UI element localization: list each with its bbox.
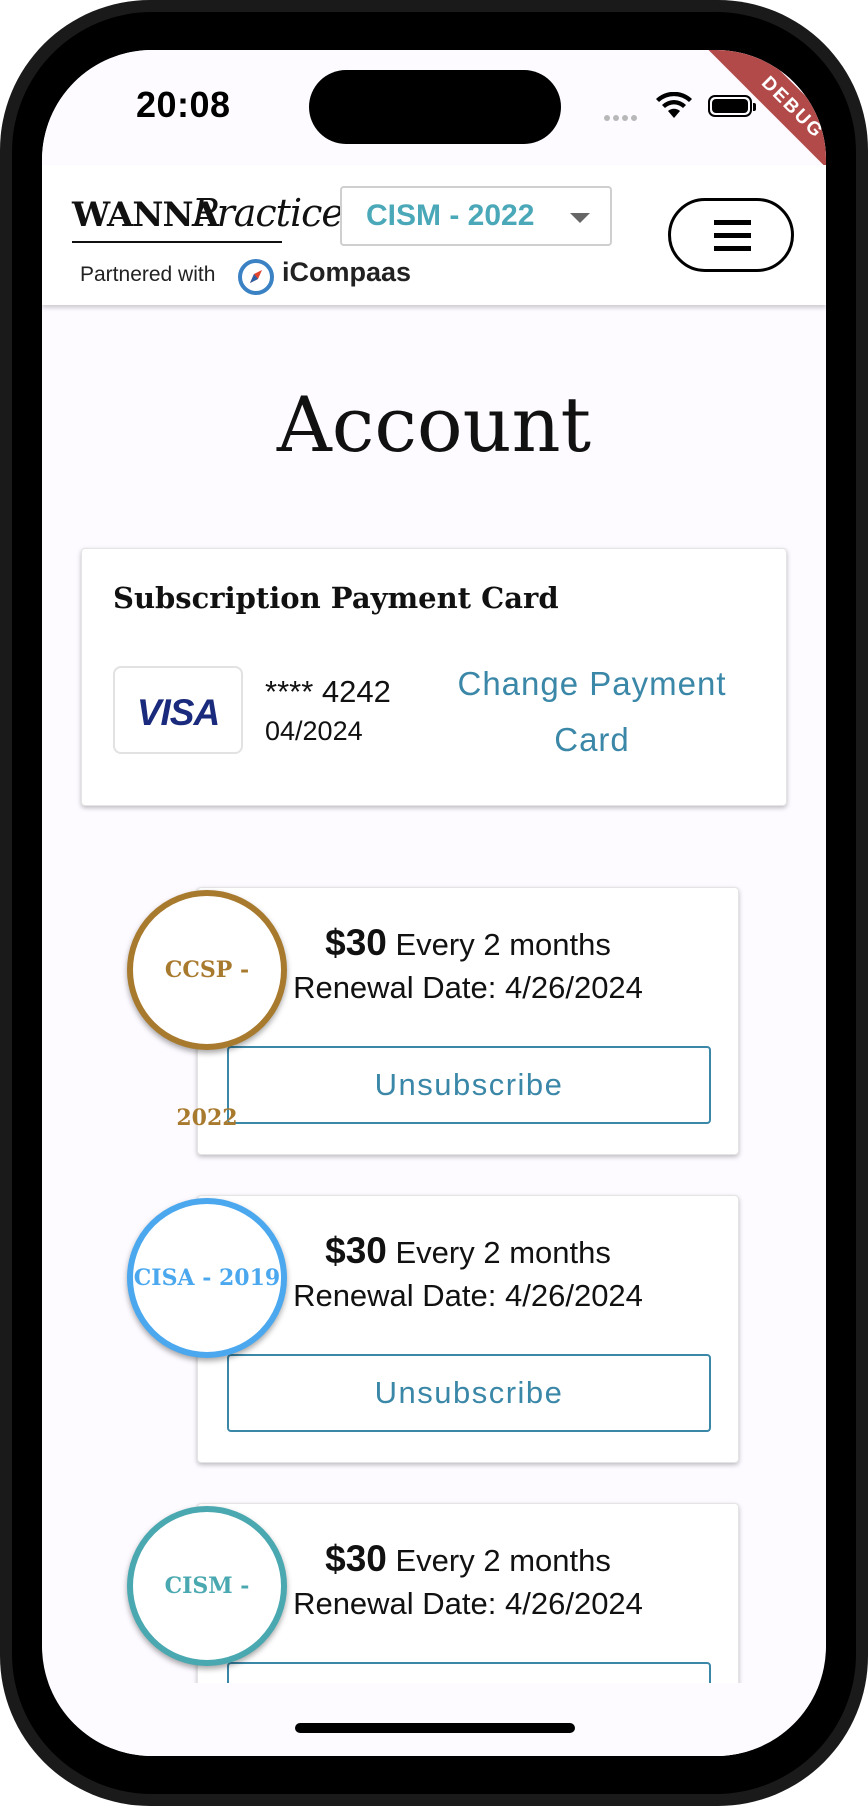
compass-icon	[238, 259, 274, 295]
visa-logo: VISA	[113, 666, 243, 754]
payment-card-title: Subscription Payment Card	[113, 581, 559, 615]
wifi-icon	[656, 92, 692, 118]
home-indicator[interactable]	[295, 1723, 575, 1733]
exam-badge: CISM - 2022	[127, 1506, 287, 1747]
subscription-renewal-date: Renewal Date: 4/26/2024	[293, 970, 643, 1005]
exam-selector[interactable]: CISM - 2022	[340, 186, 612, 246]
partner-name: iCompaas	[282, 257, 412, 287]
exam-badge: CCSP - 2022	[127, 890, 287, 1131]
battery-icon	[708, 95, 756, 117]
screen: 20:08 DEBUG WANNA Practice Partnered wit…	[42, 50, 826, 1756]
subscription-price: $30	[325, 1230, 387, 1271]
logo-practice: Practice	[192, 191, 344, 235]
hamburger-menu-icon	[714, 233, 751, 238]
page-title: Account	[276, 380, 592, 469]
unsubscribe-button[interactable]: Unsubscribe	[227, 1354, 711, 1432]
subscription-price-line: $30 Every 2 months	[258, 1230, 678, 1272]
subscription-price-line: $30 Every 2 months	[258, 922, 678, 964]
exam-badge: CISA - 2019	[127, 1198, 287, 1358]
status-bar: 20:08 DEBUG	[42, 50, 826, 192]
subscription-frequency: Every 2 months	[395, 927, 611, 962]
subscription-price: $30	[325, 922, 387, 963]
dropdown-caret-icon	[570, 213, 590, 223]
card-number: **** 4242	[265, 674, 391, 709]
cellular-signal-icon	[604, 108, 646, 121]
dynamic-island	[309, 70, 561, 144]
subscription-price-line: $30 Every 2 months	[258, 1538, 678, 1580]
card-expiry: 04/2024	[265, 716, 363, 746]
change-payment-card-link[interactable]: Change Payment Card	[437, 656, 747, 768]
visa-logo-text: VISA	[136, 692, 220, 733]
subscription-frequency: Every 2 months	[395, 1235, 611, 1270]
exam-selector-value: CISM - 2022	[366, 199, 535, 232]
bottom-safe-area	[42, 1683, 826, 1756]
subscription-renewal-date: Renewal Date: 4/26/2024	[293, 1278, 643, 1313]
subscription-card: $30 Every 2 months Renewal Date: 4/26/20…	[197, 887, 739, 1155]
subscription-price: $30	[325, 1538, 387, 1579]
payment-card-panel: Subscription Payment Card VISA **** 4242…	[81, 548, 787, 806]
logo-underline	[72, 241, 282, 243]
subscription-card: $30 Every 2 months Renewal Date: 4/26/20…	[197, 1195, 739, 1463]
app-bar: WANNA Practice Partnered with iCompaas C…	[42, 165, 826, 305]
subscription-frequency: Every 2 months	[395, 1543, 611, 1578]
unsubscribe-button[interactable]: Unsubscribe	[227, 1046, 711, 1124]
hamburger-menu-icon	[714, 220, 751, 225]
hamburger-menu-icon	[714, 246, 751, 251]
subscription-renewal-date: Renewal Date: 4/26/2024	[293, 1586, 643, 1621]
status-time: 20:08	[136, 84, 231, 125]
menu-button[interactable]	[668, 198, 794, 272]
partner-text: Partnered with	[80, 263, 216, 286]
